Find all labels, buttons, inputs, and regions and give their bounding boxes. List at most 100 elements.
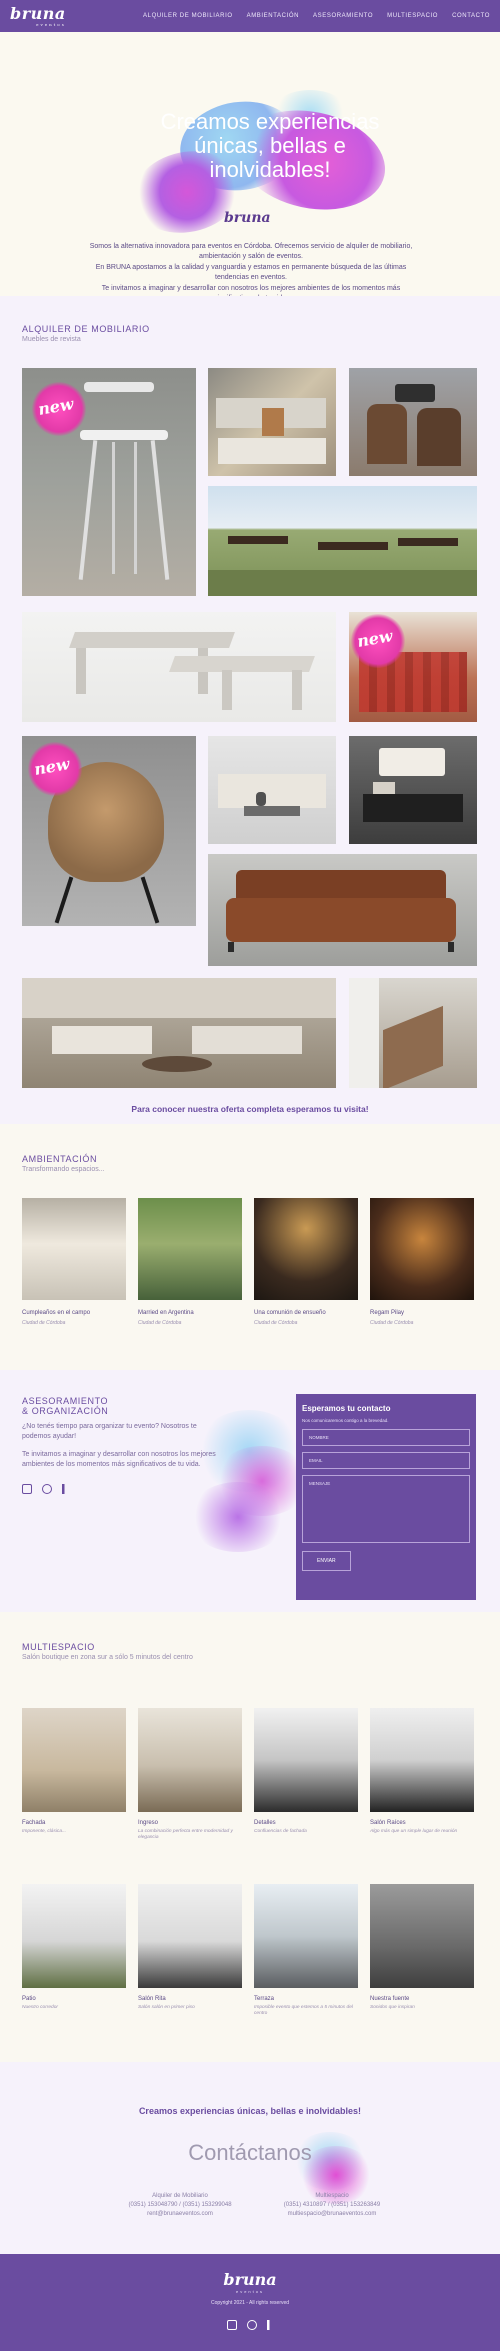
asesoramiento-social	[22, 1484, 222, 1494]
contacto-multiespacio-label: Multiespacio	[315, 2193, 349, 2199]
hero-paragraph-1: Somos la alternativa innovadora para eve…	[89, 243, 413, 260]
product-outdoor-tables-image[interactable]	[208, 486, 477, 596]
ambientacion-card-3-subtitle: Ciudad de Córdoba	[254, 1320, 298, 1326]
instagram-icon[interactable]	[227, 2320, 237, 2330]
contact-form: Esperamos tu contacto Nos comunicaremos …	[296, 1394, 476, 1600]
ambientacion-card-4-subtitle: Ciudad de Córdoba	[370, 1320, 414, 1326]
contacto-mobiliario: Alquiler de Mobiliario (0351) 153048790 …	[110, 2192, 250, 2219]
multiespacio-card-3-title: Detalles	[254, 1820, 276, 1826]
ambientacion-card-2[interactable]: Married en Argentina Ciudad de Córdoba	[138, 1198, 242, 1326]
multiespacio-card-2-subtitle: La combinación perfecta entre modernidad…	[138, 1829, 233, 1840]
nav-item-contacto[interactable]: CONTACTO	[452, 13, 490, 19]
multiespacio-card-4[interactable]: Salón Raíces Algo más que un simple luga…	[370, 1708, 474, 1835]
multiespacio-card-5-image	[22, 1884, 126, 1988]
product-egg-chair-image[interactable]: new	[22, 736, 196, 926]
multiespacio-card-8-subtitle: Sonidos que inspiran	[370, 2005, 415, 2010]
ambientacion-card-1-title: Cumpleaños en el campo	[22, 1310, 91, 1316]
product-long-table-image[interactable]	[349, 978, 477, 1088]
multiespacio-card-5[interactable]: Patio Nuestro corredor	[22, 1884, 126, 2011]
multiespacio-card-8[interactable]: Nuestra fuente Sonidos que inspiran	[370, 1884, 474, 2011]
contacto-multiespacio: Multiespacio (0351) 4310897 / (0351) 153…	[262, 2192, 402, 2219]
multiespacio-card-6[interactable]: Salón Rita Salón salón en primer piso	[138, 1884, 242, 2011]
ambientacion-card-3-image	[254, 1198, 358, 1300]
multiespacio-card-7-subtitle: Imposible evento que estemos a 5 minutos…	[254, 2005, 353, 2016]
hero-paragraph-2: En BRUNA apostamos a la calidad y vangua…	[95, 264, 407, 281]
contacto-mobiliario-email[interactable]: rent@brunaeventos.com	[110, 2210, 250, 2219]
nav-item-asesoramiento[interactable]: ASESORAMIENTO	[313, 13, 373, 19]
email-field[interactable]: EMAIL	[302, 1452, 470, 1469]
nav-menu: ALQUILER DE MOBILIARIO AMBIENTACIÓN ASES…	[143, 13, 490, 19]
ambientacion-card-1-image	[22, 1198, 126, 1300]
multiespacio-card-4-image	[370, 1708, 474, 1812]
product-red-chairs-image[interactable]: new	[349, 612, 477, 722]
ambientacion-card-3[interactable]: Una comunión de ensueño Ciudad de Córdob…	[254, 1198, 358, 1326]
multiespacio-card-3-image	[254, 1708, 358, 1812]
ambientacion-card-2-title: Married en Argentina	[138, 1310, 194, 1316]
asesoramiento-paragraph: Te invitamos a imaginar y desarrollar co…	[22, 1451, 216, 1468]
multiespacio-card-6-subtitle: Salón salón en primer piso	[138, 2005, 195, 2010]
product-leather-sofa-image[interactable]	[208, 854, 477, 966]
multiespacio-section: MULTIESPACIO Salón boutique en zona sur …	[0, 1612, 500, 2062]
multiespacio-card-3[interactable]: Detalles Confluencias de fachada	[254, 1708, 358, 1835]
multiespacio-card-1-image	[22, 1708, 126, 1812]
ambientacion-card-1[interactable]: Cumpleaños en el campo Ciudad de Córdoba	[22, 1198, 126, 1326]
hero-title: Creamos experiencias únicas, bellas e in…	[160, 109, 380, 182]
asesoramiento-title-1: ASESORAMIENTO	[22, 1396, 109, 1406]
nav-brand-sub: eventos	[36, 21, 66, 27]
mobiliario-cta: Para conocer nuestra oferta completa esp…	[131, 1104, 369, 1114]
contacto-section: Creamos experiencias únicas, bellas e in…	[0, 2062, 500, 2254]
multiespacio-card-4-title: Salón Raíces	[370, 1820, 406, 1826]
multiespacio-card-2[interactable]: Ingreso La combinación perfecta entre mo…	[138, 1708, 242, 1841]
nav-logo[interactable]: bruna eventos	[10, 3, 66, 27]
multiespacio-card-8-image	[370, 1884, 474, 1988]
multiespacio-card-4-subtitle: Algo más que un simple lugar de reunión	[370, 1829, 458, 1834]
contacto-multiespacio-email[interactable]: multiespacio@brunaeventos.com	[262, 2210, 402, 2219]
ambientacion-card-1-subtitle: Ciudad de Córdoba	[22, 1320, 66, 1326]
mobiliario-subtitle: Muebles de revista	[22, 336, 81, 343]
footer-logo[interactable]: bruna eventos	[0, 2254, 500, 2295]
send-button[interactable]: ENVIAR	[302, 1551, 351, 1571]
multiespacio-card-2-image	[138, 1708, 242, 1812]
product-sofa-set-image[interactable]	[208, 736, 336, 844]
multiespacio-card-1-subtitle: Imponente, clásica...	[22, 1829, 66, 1834]
nav-brand: bruna	[10, 3, 66, 23]
footer: bruna eventos Copyright 2021 - All right…	[0, 2254, 500, 2351]
facebook-icon[interactable]	[267, 2320, 273, 2330]
product-living-room-image[interactable]	[22, 978, 336, 1088]
name-field[interactable]: NOMBRE	[302, 1429, 470, 1446]
footer-brand-sub: eventos	[235, 2289, 264, 2294]
nav-item-multiespacio[interactable]: MULTIESPACIO	[387, 13, 438, 19]
product-armchairs-image[interactable]	[349, 368, 477, 476]
nav-item-alquiler[interactable]: ALQUILER DE MOBILIARIO	[143, 13, 233, 19]
pinterest-icon[interactable]	[42, 1484, 52, 1494]
nav-item-ambientacion[interactable]: AMBIENTACIÓN	[247, 13, 299, 19]
product-concrete-tables-image[interactable]	[22, 612, 336, 722]
product-lounge-image[interactable]	[208, 368, 336, 476]
multiespacio-card-1-title: Fachada	[22, 1820, 46, 1826]
multiespacio-title: MULTIESPACIO	[22, 1642, 95, 1652]
form-title: Esperamos tu contacto	[302, 1404, 391, 1413]
top-nav: bruna eventos ALQUILER DE MOBILIARIO AMB…	[0, 0, 500, 32]
multiespacio-card-7[interactable]: Terraza Imposible evento que estemos a 5…	[254, 1884, 358, 2017]
ambientacion-card-4[interactable]: Regam Pilay Ciudad de Córdoba	[370, 1198, 474, 1326]
contacto-tagline: Creamos experiencias únicas, bellas e in…	[138, 2106, 362, 2116]
product-stool-image[interactable]: new	[22, 368, 196, 596]
asesoramiento-title-2: & ORGANIZACIÓN	[22, 1406, 109, 1416]
mobiliario-header: ALQUILER DE MOBILIARIO Muebles de revist…	[22, 324, 150, 343]
mobiliario-title: ALQUILER DE MOBILIARIO	[22, 324, 150, 334]
multiespacio-card-8-title: Nuestra fuente	[370, 1996, 410, 2002]
product-bruna-sign-image[interactable]	[349, 736, 477, 844]
contacto-mobiliario-phone: (0351) 153048790 / (0351) 153299048	[128, 2202, 232, 2208]
facebook-icon[interactable]	[62, 1484, 68, 1494]
new-badge: new	[32, 382, 86, 436]
contacto-mobiliario-label: Alquiler de Mobiliario	[152, 2193, 208, 2199]
footer-brand: bruna	[223, 2270, 277, 2289]
pinterest-icon[interactable]	[247, 2320, 257, 2330]
hero-brand: bruna	[224, 210, 271, 226]
ambientacion-card-3-title: Una comunión de ensueño	[254, 1310, 326, 1316]
multiespacio-card-1[interactable]: Fachada Imponente, clásica...	[22, 1708, 126, 1835]
instagram-icon[interactable]	[22, 1484, 32, 1494]
message-field[interactable]: MENSAJE	[302, 1475, 470, 1543]
ambientacion-title: AMBIENTACIÓN	[22, 1154, 98, 1164]
multiespacio-card-5-title: Patio	[22, 1996, 36, 2002]
